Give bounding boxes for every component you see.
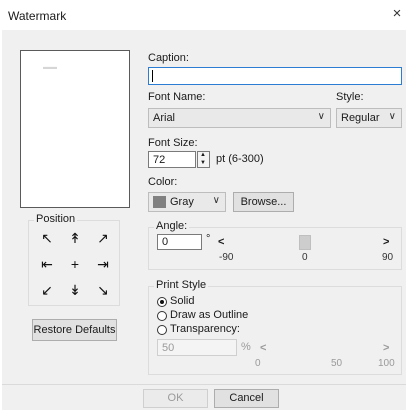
transparency-label[interactable]: Transparency:	[170, 323, 240, 335]
preview-watermark-text: ▬▬	[43, 64, 57, 71]
chevron-down-icon: ∨	[212, 195, 220, 206]
spin-up-icon[interactable]: ▲	[200, 152, 206, 159]
position-middle-left-icon[interactable]: ⇤	[36, 254, 58, 274]
angle-left-arrow-icon[interactable]: <	[218, 236, 224, 248]
position-top-right-icon[interactable]: ↗	[92, 228, 114, 248]
caption-input[interactable]	[148, 67, 402, 85]
watermark-preview	[20, 50, 130, 208]
font-name-select[interactable]: Arial ∨	[148, 108, 331, 128]
font-name-label: Font Name:	[148, 91, 206, 103]
style-value: Regular	[341, 112, 380, 124]
solid-label[interactable]: Solid	[170, 295, 194, 307]
position-bottom-left-icon[interactable]: ↙	[36, 280, 58, 300]
angle-slider-thumb[interactable]	[299, 235, 311, 250]
footer-divider	[2, 384, 406, 385]
angle-right-arrow-icon[interactable]: >	[383, 236, 389, 248]
spinner-icon[interactable]: ▲ ▼	[197, 151, 210, 168]
ok-button[interactable]: OK	[143, 389, 208, 408]
color-label: Color:	[148, 176, 178, 188]
position-bottom-right-icon[interactable]: ↘	[92, 280, 114, 300]
position-center-icon[interactable]: +	[64, 254, 86, 274]
cancel-button[interactable]: Cancel	[214, 389, 279, 408]
position-label: Position	[34, 213, 78, 225]
print-style-label: Print Style	[154, 279, 209, 291]
position-bottom-center-icon[interactable]: ↡	[64, 280, 86, 300]
font-size-value: 72	[153, 154, 166, 166]
angle-slider[interactable]	[230, 235, 380, 251]
text-cursor	[152, 70, 153, 82]
close-icon[interactable]: ×	[388, 5, 406, 23]
angle-tick-mid: 0	[302, 252, 308, 263]
position-arrow-grid: ↖ ↟ ↗ ⇤ + ⇥ ↙ ↡ ↘	[32, 226, 120, 302]
color-value: Gray	[170, 196, 194, 208]
window-title: Watermark	[8, 9, 67, 23]
caption-label: Caption:	[148, 52, 189, 64]
chevron-down-icon: ∨	[317, 111, 325, 122]
font-name-value: Arial	[153, 112, 176, 124]
style-select[interactable]: Regular ∨	[336, 108, 402, 128]
spin-down-icon[interactable]: ▼	[200, 160, 206, 167]
restore-defaults-button[interactable]: Restore Defaults	[32, 319, 117, 341]
transparency-value: 50	[162, 342, 175, 354]
color-swatch	[153, 196, 166, 208]
chevron-down-icon: ∨	[388, 111, 396, 122]
transparency-left-arrow-icon: <	[260, 342, 267, 354]
transparency-right-arrow-icon: >	[383, 342, 390, 354]
transparency-radio[interactable]	[157, 325, 167, 335]
browse-button[interactable]: Browse...	[233, 192, 294, 212]
transparency-tick-mid: 50	[331, 358, 343, 369]
outline-label[interactable]: Draw as Outline	[170, 309, 248, 321]
transparency-tick-max: 100	[378, 358, 395, 369]
angle-tick-min: -90	[219, 252, 234, 263]
position-middle-right-icon[interactable]: ⇥	[92, 254, 114, 274]
angle-label: Angle:	[154, 220, 190, 232]
font-size-range: pt (6-300)	[216, 153, 264, 165]
transparency-input[interactable]: 50	[157, 339, 237, 356]
font-size-label: Font Size:	[148, 137, 198, 149]
position-top-center-icon[interactable]: ↟	[64, 228, 86, 248]
outline-radio[interactable]	[157, 311, 167, 321]
solid-radio[interactable]	[157, 297, 167, 307]
position-top-left-icon[interactable]: ↖	[36, 228, 58, 248]
transparency-tick-min: 0	[255, 358, 261, 369]
color-select[interactable]: Gray ∨	[148, 192, 226, 212]
angle-tick-max: 90	[382, 252, 394, 263]
style-label: Style:	[336, 91, 364, 103]
font-size-input[interactable]: 72	[148, 151, 196, 168]
transparency-unit: %	[241, 341, 251, 353]
angle-unit: °	[206, 233, 211, 245]
angle-value: 0	[162, 236, 169, 248]
angle-input[interactable]: 0	[157, 234, 202, 250]
